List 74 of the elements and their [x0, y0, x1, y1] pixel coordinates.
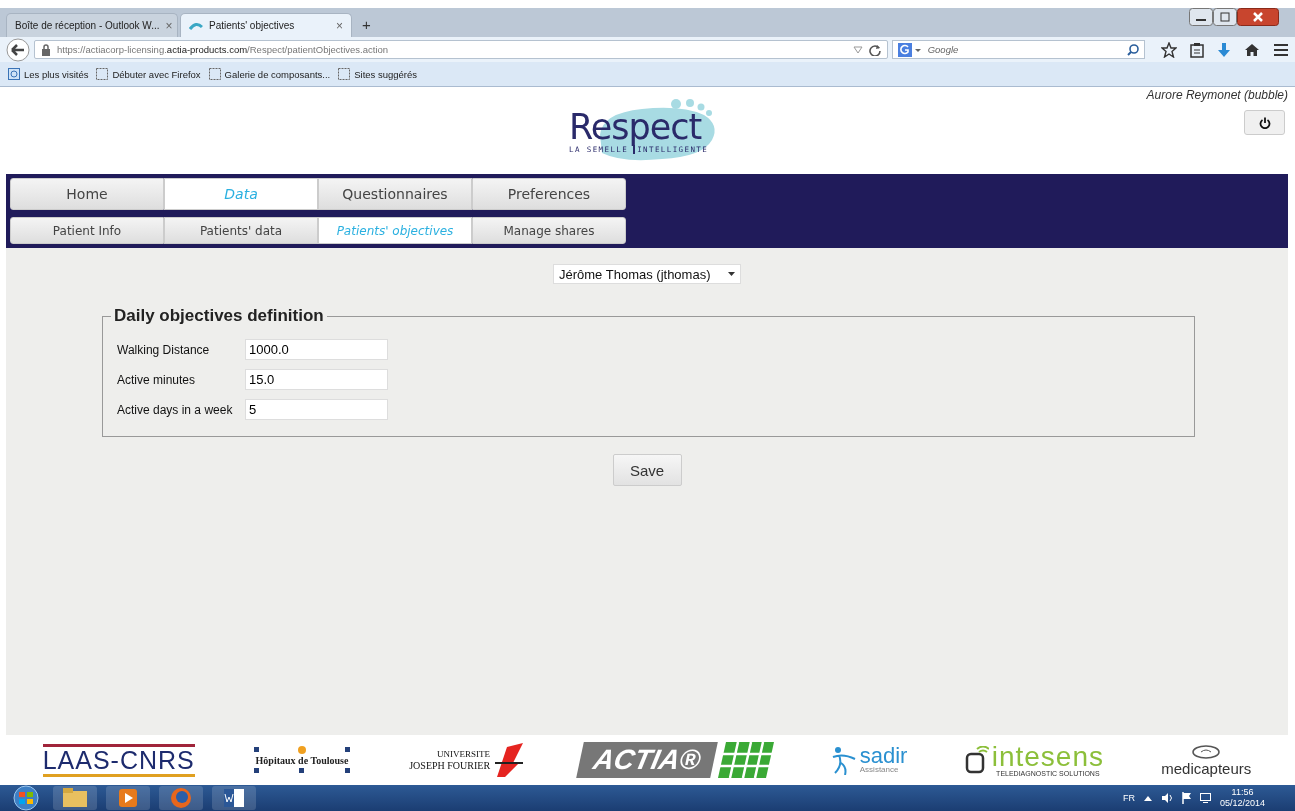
field-label: Active days in a week [117, 402, 234, 417]
wave-icon [189, 20, 203, 31]
input-field[interactable]: 1000.0 [245, 339, 388, 360]
dots-icon [251, 766, 352, 775]
power-icon [1258, 116, 1271, 129]
home-icon [1244, 42, 1260, 57]
nav-tab[interactable]: Patient Info [10, 217, 164, 244]
search-icon [1127, 43, 1139, 56]
screen-icon [1199, 793, 1211, 803]
nav-tab[interactable]: Manage shares [472, 217, 626, 244]
partner-logo-text: medicapteurs [1161, 759, 1252, 777]
clock-date[interactable]: 05/12/2014 [1219, 798, 1265, 809]
field-label: Walking Distance [117, 342, 211, 357]
flame-drawing [493, 743, 524, 777]
restore-icon [1213, 8, 1237, 26]
partner-logo-text: UNIVERSITE [437, 749, 491, 760]
field-label: Active minutes [117, 372, 197, 387]
partner-logo-text: ACTIA® [576, 742, 719, 778]
lock-icon [41, 43, 51, 56]
patient-dropdown[interactable]: Jérôme Thomas (jthomas) [553, 264, 741, 284]
logout-button[interactable] [1244, 110, 1285, 135]
device-icon [964, 746, 989, 774]
input-field[interactable]: 5 [245, 399, 388, 420]
bookmark-item[interactable]: Galerie de composants... [208, 68, 331, 80]
star-icon [1161, 41, 1177, 58]
close-tab-button[interactable]: × [336, 18, 343, 33]
logo-title: Respect [569, 109, 702, 145]
menu-icon [1273, 42, 1289, 57]
partner-logo-text: Hôpitaux de Toulouse [255, 754, 349, 766]
figure-icon [830, 745, 857, 775]
search-engine-icon [897, 42, 922, 57]
partner-logo-text: LAAS-CNRS [42, 743, 195, 777]
dashed-square-icon [338, 68, 351, 80]
reload-icon [868, 43, 881, 56]
user-name: Aurore Reymonet (bubble) [1146, 88, 1288, 102]
save-button[interactable]: Save [612, 454, 682, 486]
clock-time[interactable]: 11:56 [1231, 787, 1254, 798]
dots-icon [251, 745, 352, 754]
close-icon [1237, 8, 1279, 26]
browser-tab[interactable]: Boîte de réception - Outlook W... × [6, 13, 178, 37]
language-indicator[interactable]: FR [1122, 793, 1135, 803]
nav-tab[interactable]: Preferences [472, 178, 626, 210]
bookmark-item[interactable]: Débuter avec Firefox [96, 68, 201, 80]
search-field[interactable]: Google [891, 40, 1145, 59]
bookmark-item[interactable]: Sites suggérés [338, 68, 418, 80]
up-arrow-icon [1143, 795, 1152, 801]
address-bar[interactable]: https://actiacorp-licensing.actia-products.com/Respect/patientObjectives.action [34, 40, 888, 59]
dashed-square-icon [208, 68, 221, 80]
nav-tab[interactable]: Patients' data [164, 217, 318, 244]
url-text: https://actiacorp-licensing.actia-products.com/Respect/patientObjectives.action [57, 44, 389, 55]
dropdown-icon [852, 45, 863, 54]
partner-logo-text: JOSEPH FOURIER [409, 760, 491, 771]
new-tab-button[interactable]: + [354, 16, 379, 37]
speaker-icon [1160, 792, 1173, 804]
caret-icon [728, 272, 735, 276]
back-icon [6, 37, 30, 62]
clipboard-icon [1190, 41, 1204, 58]
close-tab-button[interactable]: × [165, 18, 173, 33]
dashed-square-icon [96, 68, 109, 80]
download-icon [1217, 41, 1231, 58]
browser-tab[interactable]: Patients' objectives × [180, 13, 352, 37]
page-icon [8, 68, 20, 80]
grid-drawing [717, 742, 774, 778]
flag-icon [1181, 792, 1191, 804]
foot-outline-icon [1191, 743, 1222, 760]
nav-tab[interactable]: Home [10, 178, 164, 210]
partner-logo-text: intesens [991, 743, 1104, 770]
bookmark-item[interactable]: Les plus visités [8, 68, 89, 80]
partner-logo-text: Assistance [859, 764, 900, 774]
nav-tab[interactable]: Questionnaires [318, 178, 472, 210]
partner-logo-text: sadir [859, 746, 908, 765]
minimize-icon [1189, 8, 1213, 26]
input-field[interactable]: 15.0 [245, 369, 388, 390]
section-title: Daily objectives definition [111, 306, 327, 326]
